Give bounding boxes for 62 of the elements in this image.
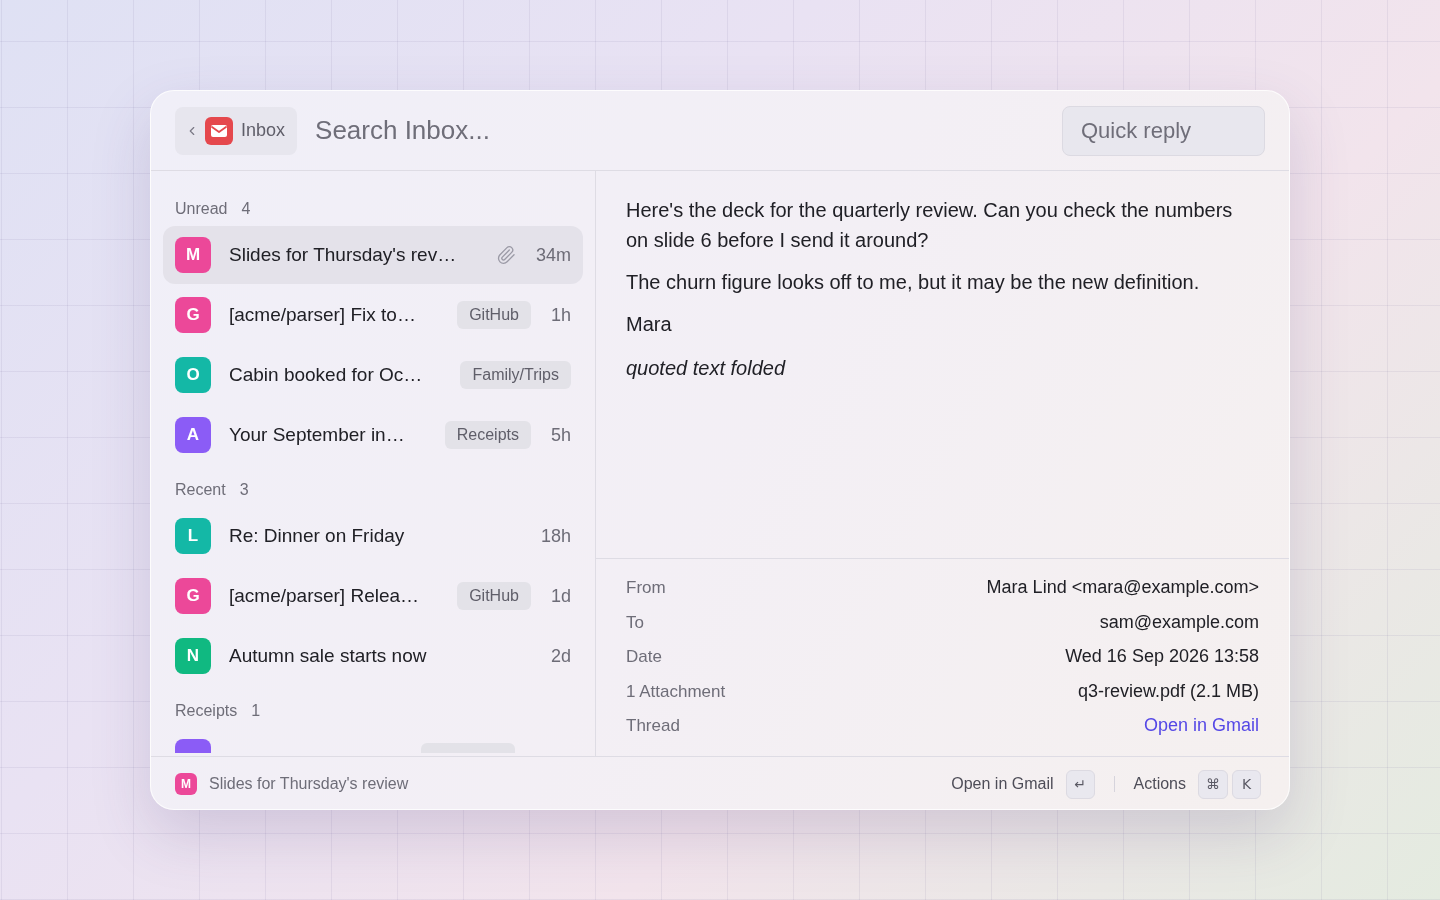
sender-avatar: N	[175, 638, 211, 674]
section-count: 4	[241, 198, 251, 219]
section-title: Receipts	[175, 700, 238, 721]
detail-label: Date	[626, 646, 662, 668]
message-time: 5h	[550, 423, 571, 447]
message-row[interactable]: L Re: Dinner on Friday 18h	[163, 507, 583, 565]
sender-avatar: M	[175, 237, 211, 273]
keyboard-key: ⌘	[1198, 769, 1228, 799]
open-in-gmail-link[interactable]: Open in Gmail	[1143, 712, 1259, 740]
message-subject: Slides for Thursday's rev…	[229, 242, 458, 267]
detail-value: sam@example.com	[1099, 610, 1259, 634]
message-subject: [acme/parser] Fix to…	[229, 302, 417, 327]
footer-action-button[interactable]: Actions ⌘ K	[1133, 769, 1261, 799]
message-time: 34m	[536, 243, 571, 267]
message-time: 2d	[550, 644, 571, 668]
message-row[interactable]: O Cabin booked for Oc… Family/Trips	[163, 346, 583, 404]
detail-value: Wed 16 Sep 2026 13:58	[1065, 645, 1259, 669]
back-button[interactable]: Inbox	[175, 106, 298, 155]
detail-label: To	[626, 611, 644, 634]
sender-avatar: L	[175, 518, 211, 554]
message-time: 1h	[550, 303, 571, 327]
mail-icon	[205, 116, 233, 145]
message-paragraph: Here's the deck for the quarterly review. Can you check the numbers on slide 6 before I send it around?	[626, 198, 1234, 253]
message-paragraph: Mara	[626, 312, 673, 337]
sender-avatar: G	[175, 578, 211, 614]
sender-avatar: O	[175, 357, 211, 393]
label-tag: GitHub	[457, 582, 531, 610]
detail-label: 1 Attachment	[626, 680, 726, 703]
search-field[interactable]: Search Inbox...	[315, 106, 1062, 155]
selected-message-subject: Slides for Thursday's review	[209, 774, 409, 794]
detail-label: Thread	[626, 715, 680, 737]
keyboard-key: K	[1232, 769, 1261, 799]
footer-action-button[interactable]: Open in Gmail ↵	[951, 769, 1095, 799]
sender-avatar: G	[175, 297, 211, 333]
sender-avatar: A	[175, 417, 211, 453]
message-time: 18h	[540, 524, 571, 548]
section-title: Unread	[175, 198, 228, 219]
message-subject: Autumn sale starts now	[229, 643, 428, 668]
message-row[interactable]: M Slides for Thursday's rev… 34m	[163, 226, 583, 284]
message-row[interactable]: A Your September in… Receipts 5h	[163, 406, 583, 464]
label-tag: GitHub	[457, 301, 531, 329]
section-count: 1	[251, 700, 261, 721]
message-time: 1d	[550, 584, 571, 608]
detail-value: q3-review.pdf (2.1 MB)	[1077, 679, 1259, 703]
message-row[interactable]: N Autumn sale starts now 2d	[163, 627, 583, 685]
folded-quote-note: quoted text folded	[626, 356, 787, 381]
section-count: 3	[239, 479, 249, 500]
message-subject: Cabin booked for Oc…	[229, 362, 424, 387]
message-row[interactable]: G [acme/parser] Relea… GitHub 1d	[163, 567, 583, 625]
sender-avatar: M	[175, 773, 197, 795]
message-subject: Re: Dinner on Friday	[229, 523, 406, 548]
message-subject: [acme/parser] Relea…	[229, 583, 421, 608]
message-subject: Your September in…	[229, 422, 406, 447]
message-row[interactable]: G [acme/parser] Fix to… GitHub 1h	[163, 286, 583, 344]
label-tag: Family/Trips	[460, 361, 571, 389]
label-tag: Receipts	[444, 421, 531, 449]
section-title: Recent	[175, 479, 226, 500]
detail-label: From	[626, 577, 666, 599]
message-paragraph: The churn figure looks off to me, but it may be the new definition.	[626, 270, 1201, 295]
detail-value: Mara Lind <mara@example.com>	[986, 576, 1259, 600]
keyboard-key: ↵	[1065, 769, 1095, 799]
quick-reply-field[interactable]: Quick reply	[1062, 105, 1265, 156]
